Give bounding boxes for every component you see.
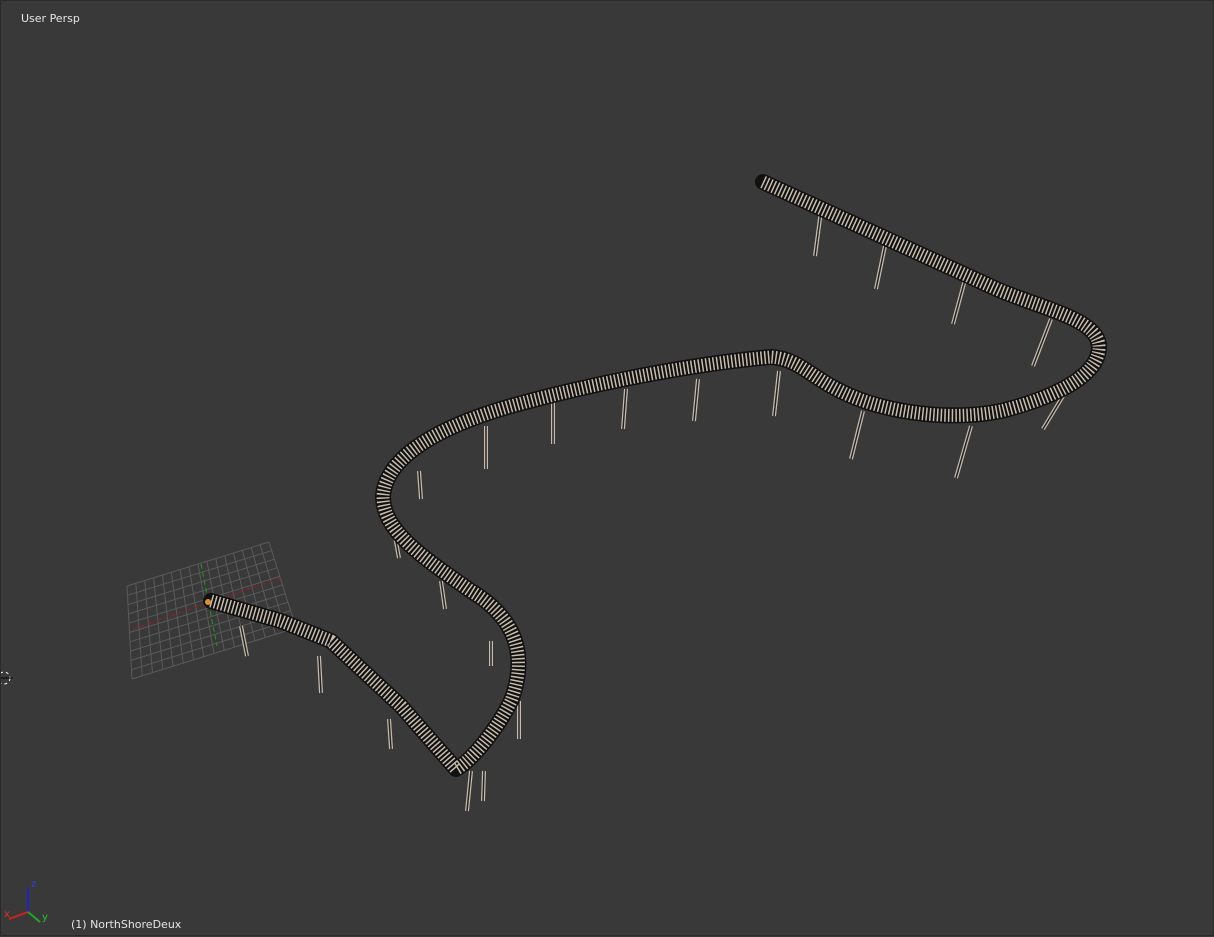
track-leg	[952, 275, 967, 325]
track-leg	[482, 770, 485, 802]
active-object-label: (1) NorthShoreDeux	[71, 918, 182, 931]
axis-gizmo	[8, 888, 41, 923]
track-leg	[875, 240, 887, 290]
track-leg	[814, 210, 822, 257]
track-deck	[203, 174, 1107, 777]
track-leg	[850, 410, 864, 460]
scene	[1, 174, 1107, 923]
track-leg	[955, 425, 972, 479]
track-leg	[1032, 318, 1052, 367]
track-legs-inner	[240, 210, 1067, 812]
gizmo-x-label: x	[4, 909, 10, 920]
3d-cursor[interactable]	[1, 671, 13, 685]
gizmo-y-label: y	[42, 912, 48, 923]
gizmo-z-label: z	[31, 879, 37, 890]
track-leg	[240, 625, 248, 657]
track-legs	[239, 210, 1068, 812]
view-label: User Persp	[21, 12, 80, 25]
3d-viewport[interactable]: User Persp (1) NorthShoreDeux z x y	[0, 0, 1214, 936]
object-origin	[205, 599, 211, 605]
